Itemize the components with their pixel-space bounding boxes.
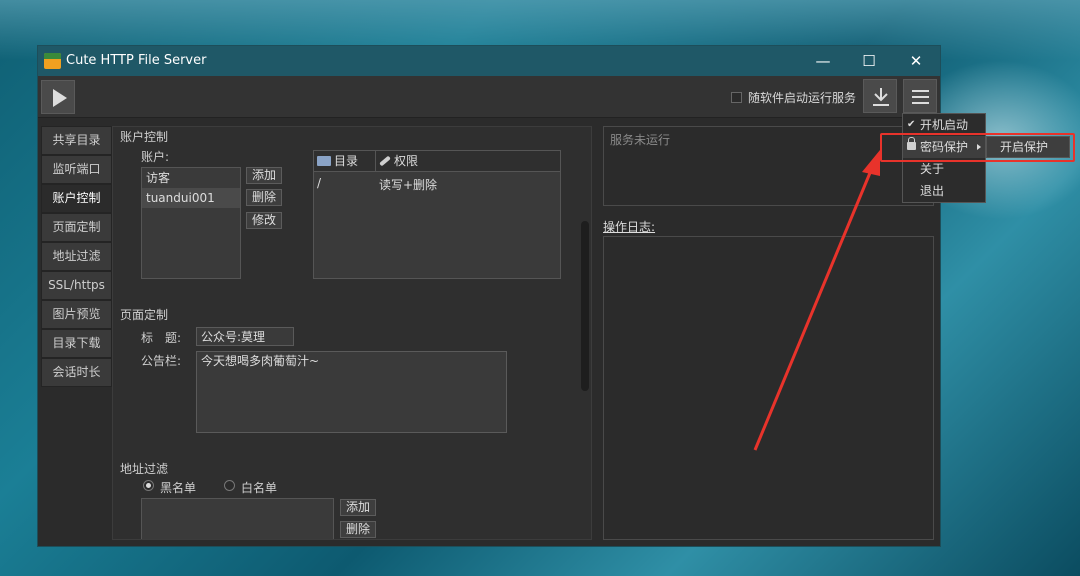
close-button[interactable]: ✕ — [896, 49, 936, 73]
permission-table-header: 目录 权限 — [314, 151, 560, 172]
key-icon — [379, 155, 391, 167]
panel-scrollbar[interactable] — [581, 221, 589, 391]
tab-address-filter[interactable]: 地址过滤 — [41, 242, 112, 271]
page-title-input[interactable]: 公众号:莫理 — [196, 327, 294, 346]
toolbar: 随软件启动运行服务 — [38, 76, 940, 118]
tab-shared-dir[interactable]: 共享目录 — [41, 126, 112, 155]
user-list[interactable]: 访客 tuandui001 — [141, 167, 241, 279]
main-menu-button[interactable] — [903, 79, 937, 113]
tab-account-control[interactable]: 账户控制 — [41, 184, 112, 213]
users-label: 账户: — [141, 150, 170, 164]
menu-item-exit[interactable]: 退出 — [903, 180, 985, 202]
tab-ssl[interactable]: SSL/https — [41, 271, 112, 300]
settings-panel: 账户控制 账户: 访客 tuandui001 添加 删除 修改 目录 权限 / … — [112, 126, 592, 540]
notice-textarea[interactable]: 今天想喝多肉葡萄汁~ — [196, 351, 507, 433]
ip-filter-list[interactable] — [141, 498, 334, 539]
log-label: 操作日志: — [603, 220, 656, 234]
add-filter-button[interactable]: 添加 — [340, 499, 377, 516]
autostart-checkbox[interactable] — [731, 92, 742, 103]
blacklist-radio[interactable] — [143, 480, 154, 491]
delete-filter-button[interactable]: 删除 — [340, 521, 377, 538]
annotation-highlight-box — [880, 133, 1075, 162]
window-title: Cute HTTP File Server — [66, 53, 207, 68]
add-user-button[interactable]: 添加 — [246, 167, 283, 184]
permission-table[interactable]: 目录 权限 / 读写+删除 — [313, 150, 561, 279]
edit-user-button[interactable]: 修改 — [246, 212, 283, 229]
app-window: Cute HTTP File Server — ☐ ✕ 随软件启动运行服务 共享… — [37, 45, 941, 547]
col-header-perm: 权限 — [394, 154, 419, 168]
settings-tabs: 共享目录 监听端口 账户控制 页面定制 地址过滤 SSL/https 图片预览 … — [41, 126, 112, 387]
table-cell-dir[interactable]: / — [317, 176, 321, 190]
app-logo-icon — [44, 53, 61, 69]
tab-listen-port[interactable]: 监听端口 — [41, 155, 112, 184]
autostart-option[interactable]: 随软件启动运行服务 — [731, 89, 856, 106]
addr-filter-section-title: 地址过滤 — [120, 462, 169, 476]
maximize-button[interactable]: ☐ — [849, 49, 889, 73]
delete-user-button[interactable]: 删除 — [246, 189, 283, 206]
page-title-label: 标 题: — [141, 331, 182, 345]
page-custom-section-title: 页面定制 — [120, 308, 169, 322]
list-item[interactable]: 访客 — [142, 168, 240, 188]
notice-label: 公告栏: — [141, 354, 182, 368]
account-section-title: 账户控制 — [120, 130, 169, 144]
server-status-text: 服务未运行 — [610, 133, 671, 147]
tab-page-custom[interactable]: 页面定制 — [41, 213, 112, 242]
start-server-button[interactable] — [41, 80, 75, 114]
tab-dir-download[interactable]: 目录下载 — [41, 329, 112, 358]
folder-icon — [317, 156, 331, 166]
tab-image-preview[interactable]: 图片预览 — [41, 300, 112, 329]
table-cell-perm[interactable]: 读写+删除 — [379, 176, 437, 193]
hamburger-icon — [912, 90, 929, 92]
whitelist-label: 白名单 — [241, 481, 278, 495]
title-bar: Cute HTTP File Server — ☐ ✕ — [38, 46, 940, 76]
autostart-label: 随软件启动运行服务 — [748, 91, 857, 105]
download-icon — [873, 88, 889, 106]
blacklist-label: 黑名单 — [160, 481, 197, 495]
minimize-button[interactable]: — — [803, 49, 843, 73]
download-button[interactable] — [863, 79, 897, 113]
tab-session-duration[interactable]: 会话时长 — [41, 358, 112, 387]
col-header-dir: 目录 — [334, 154, 359, 168]
whitelist-radio[interactable] — [224, 480, 235, 491]
list-item[interactable]: tuandui001 — [142, 188, 240, 208]
operation-log[interactable] — [603, 236, 934, 540]
